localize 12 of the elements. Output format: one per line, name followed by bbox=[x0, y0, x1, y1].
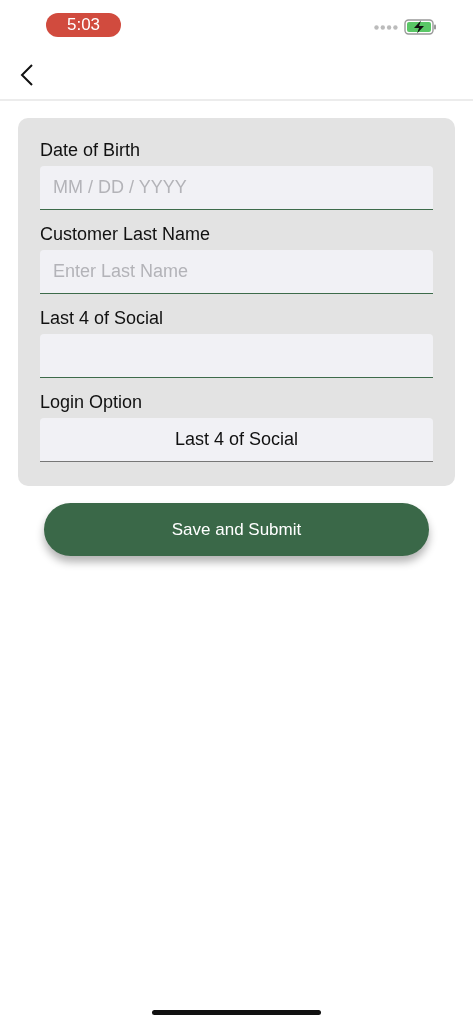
status-time: 5:03 bbox=[46, 13, 121, 37]
battery-charging-icon bbox=[404, 19, 437, 35]
field-label: Last 4 of Social bbox=[40, 308, 165, 329]
field-label: Date of Birth bbox=[40, 140, 142, 161]
option-select[interactable]: Last 4 of Social bbox=[40, 418, 433, 462]
field-label: Customer Last Name bbox=[40, 224, 212, 245]
signal-icon bbox=[374, 24, 398, 30]
field-label: Login Option bbox=[40, 392, 144, 413]
text-field[interactable]: MM / DD / YYYY bbox=[40, 166, 433, 210]
text-field[interactable] bbox=[40, 334, 433, 378]
submit-button[interactable]: Save and Submit bbox=[44, 503, 429, 556]
text-field[interactable]: Enter Last Name bbox=[40, 250, 433, 294]
